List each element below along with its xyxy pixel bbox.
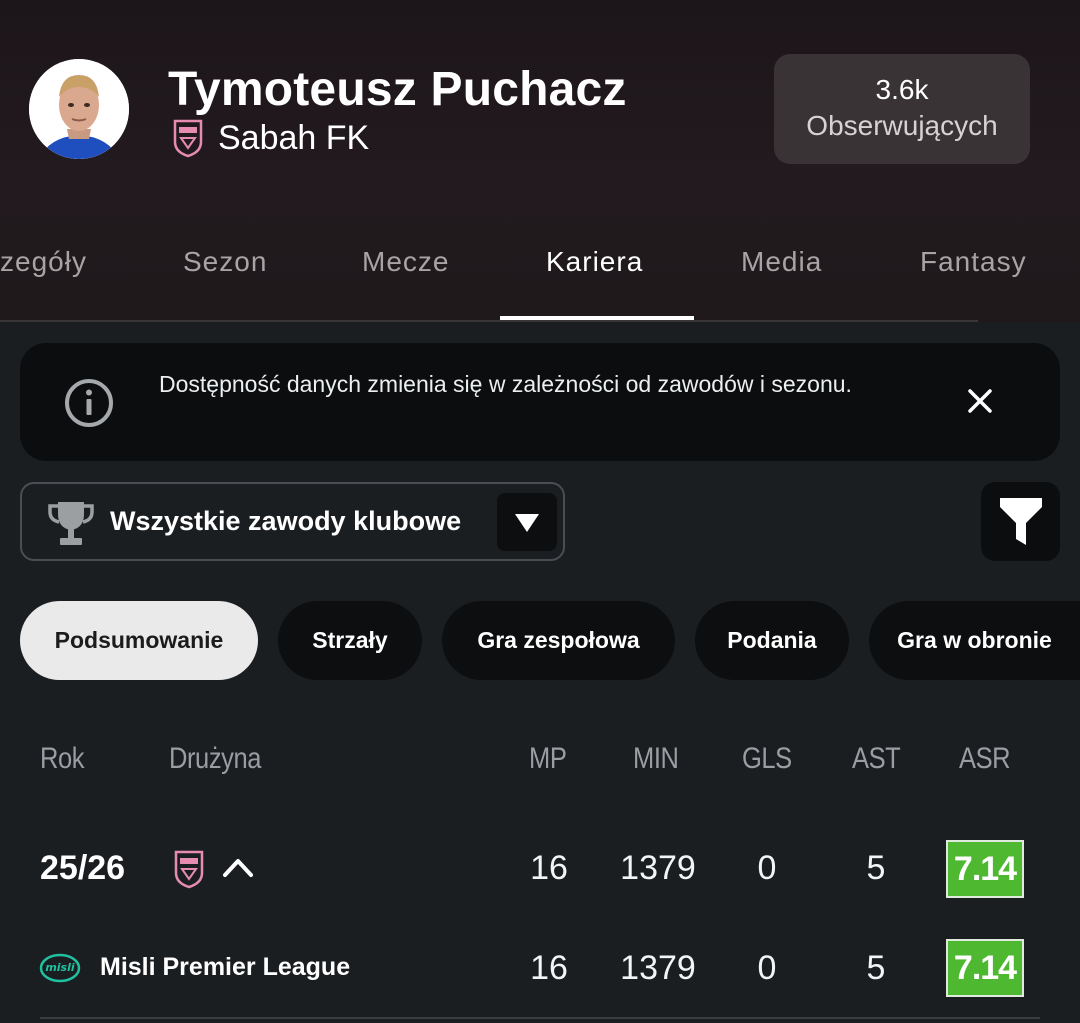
chip-team-play[interactable]: Gra zespołowa xyxy=(442,601,675,680)
sabah-fk-logo-icon xyxy=(174,850,204,889)
tabs-divider xyxy=(0,320,978,322)
comp-min: 1379 xyxy=(620,949,696,987)
trophy-icon xyxy=(48,502,94,545)
filter-icon xyxy=(1000,498,1042,545)
comp-ast: 5 xyxy=(866,949,886,987)
tab-matches[interactable]: Mecze xyxy=(362,246,449,278)
season-rating-badge: 7.14 xyxy=(946,840,1024,898)
filter-button[interactable] xyxy=(981,482,1060,561)
info-icon xyxy=(65,379,113,427)
header-year: Rok xyxy=(40,742,85,775)
club-name: Sabah FK xyxy=(218,118,370,157)
profile-header: Tymoteusz Puchacz Sabah FK 3.6k Obserwuj… xyxy=(0,0,1080,322)
season-ast: 5 xyxy=(866,849,886,887)
season-min: 1379 xyxy=(620,849,696,887)
club-link[interactable]: Sabah FK xyxy=(172,118,369,158)
misli-league-logo-icon: misli xyxy=(39,953,81,983)
header-ast[interactable]: AST xyxy=(852,742,901,776)
season-mp: 16 xyxy=(530,849,568,887)
comp-gls: 0 xyxy=(757,949,777,987)
header-min[interactable]: MIN xyxy=(633,742,679,776)
triangle-down-icon xyxy=(515,514,539,532)
tab-season[interactable]: Sezon xyxy=(183,246,267,278)
dropdown-toggle[interactable] xyxy=(497,493,557,551)
close-icon[interactable] xyxy=(966,387,994,415)
tab-details[interactable]: zegóły xyxy=(0,246,87,278)
data-availability-notice: Dostępność danych zmienia się w zależnoś… xyxy=(20,343,1060,461)
tab-media[interactable]: Media xyxy=(741,246,822,278)
header-gls[interactable]: GLS xyxy=(742,742,792,776)
chip-shots[interactable]: Strzały xyxy=(278,601,422,680)
player-avatar[interactable] xyxy=(29,59,129,159)
chip-summary[interactable]: Podsumowanie xyxy=(20,601,258,680)
row-divider xyxy=(40,1017,1040,1019)
chip-passing[interactable]: Podania xyxy=(695,601,849,680)
followers-button[interactable]: 3.6k Obserwujących xyxy=(774,54,1030,164)
tab-career[interactable]: Kariera xyxy=(546,246,643,278)
season-gls: 0 xyxy=(757,849,777,887)
chevron-up-icon[interactable] xyxy=(222,856,254,878)
followers-count: 3.6k xyxy=(875,74,929,105)
notice-text: Dostępność danych zmienia się w zależnoś… xyxy=(159,371,852,397)
header-mp[interactable]: MP xyxy=(529,742,567,776)
player-name: Tymoteusz Puchacz xyxy=(168,63,627,116)
profile-tabs: zegóły Sezon Mecze Kariera Media Fantasy xyxy=(0,240,1080,322)
svg-text:misli: misli xyxy=(45,961,75,974)
competition-label: Wszystkie zawody klubowe xyxy=(110,506,462,536)
competition-dropdown[interactable]: Wszystkie zawody klubowe xyxy=(20,482,565,561)
season-year: 25/26 xyxy=(40,849,126,887)
competition-name: Misli Premier League xyxy=(100,953,351,981)
sabah-fk-logo-icon xyxy=(173,119,203,158)
tab-fantasy[interactable]: Fantasy xyxy=(920,246,1027,278)
chip-defense[interactable]: Gra w obronie xyxy=(869,601,1080,680)
header-asr[interactable]: ASR xyxy=(959,742,1011,776)
comp-rating-badge: 7.14 xyxy=(946,939,1024,997)
followers-label: Obserwujących xyxy=(806,110,998,141)
comp-mp: 16 xyxy=(530,949,568,987)
header-team: Drużyna xyxy=(169,742,261,775)
